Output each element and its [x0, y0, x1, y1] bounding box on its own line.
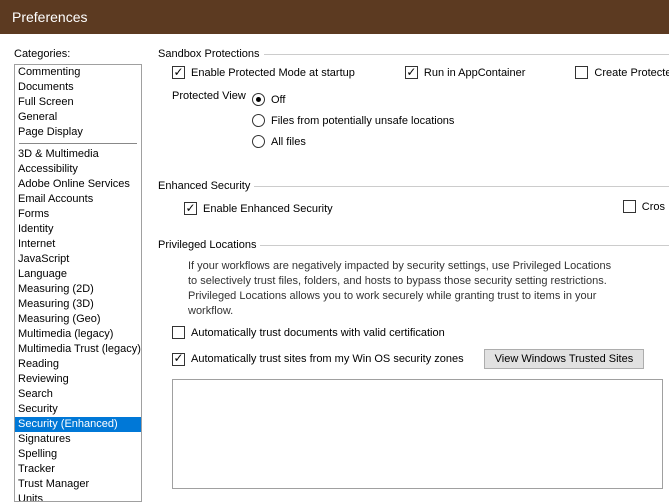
run-appcontainer-row[interactable]: Run in AppContainer	[405, 66, 526, 79]
titlebar: Preferences	[0, 0, 669, 34]
sidebar-item[interactable]: Multimedia Trust (legacy)	[15, 342, 141, 357]
categories-list[interactable]: CommentingDocumentsFull ScreenGeneralPag…	[14, 64, 142, 502]
pv-off-radio[interactable]: Off	[252, 93, 454, 106]
sidebar-item[interactable]: Commenting	[15, 65, 141, 80]
enable-enhanced-row[interactable]: Enable Enhanced Security	[184, 202, 333, 215]
enable-protected-mode-row[interactable]: Enable Protected Mode at startup	[172, 66, 355, 79]
sidebar-item[interactable]: Identity	[15, 222, 141, 237]
sidebar-item[interactable]: Trust Manager	[15, 477, 141, 492]
sidebar-item[interactable]: Security (Enhanced)	[15, 417, 141, 432]
sidebar-item[interactable]: Security	[15, 402, 141, 417]
main-panel: Sandbox Protections Enable Protected Mod…	[142, 48, 669, 500]
auto-trust-cert-row[interactable]: Automatically trust documents with valid…	[172, 326, 669, 339]
checkbox-icon[interactable]	[405, 66, 418, 79]
checkbox-icon[interactable]	[172, 353, 185, 366]
radio-icon[interactable]	[252, 114, 265, 127]
checkbox-icon[interactable]	[623, 200, 636, 213]
sidebar-item[interactable]: Full Screen	[15, 95, 141, 110]
privileged-fieldset: Privileged Locations If your workflows a…	[158, 239, 669, 499]
cross-row[interactable]: Cros	[623, 200, 665, 213]
radio-icon[interactable]	[252, 135, 265, 148]
sandbox-legend: Sandbox Protections	[158, 48, 264, 60]
sidebar-item[interactable]: Measuring (Geo)	[15, 312, 141, 327]
enable-enhanced-label: Enable Enhanced Security	[203, 203, 333, 215]
enable-protected-mode-label: Enable Protected Mode at startup	[191, 67, 355, 79]
sandbox-fieldset: Sandbox Protections Enable Protected Mod…	[158, 48, 669, 166]
pv-off-label: Off	[271, 94, 285, 106]
auto-trust-sites-row[interactable]: Automatically trust sites from my Win OS…	[172, 349, 669, 369]
checkbox-icon[interactable]	[184, 202, 197, 215]
sidebar-item[interactable]: Signatures	[15, 432, 141, 447]
view-trusted-sites-button[interactable]: View Windows Trusted Sites	[484, 349, 645, 369]
pv-all-label: All files	[271, 136, 306, 148]
pv-unsafe-label: Files from potentially unsafe locations	[271, 115, 454, 127]
sidebar-item[interactable]: Measuring (3D)	[15, 297, 141, 312]
sidebar-item[interactable]: Measuring (2D)	[15, 282, 141, 297]
categories-label: Categories:	[14, 48, 142, 60]
sidebar-item[interactable]: Internet	[15, 237, 141, 252]
privileged-legend: Privileged Locations	[158, 239, 260, 251]
radio-icon[interactable]	[252, 93, 265, 106]
sidebar-item[interactable]: Accessibility	[15, 162, 141, 177]
sidebar-item[interactable]: Tracker	[15, 462, 141, 477]
cross-label: Cros	[642, 201, 665, 213]
sidebar-item[interactable]: General	[15, 110, 141, 125]
create-log-row[interactable]: Create Protected Mode log fil	[575, 66, 669, 79]
checkbox-icon[interactable]	[172, 66, 185, 79]
protected-view-label: Protected View	[172, 89, 252, 102]
sidebar-item[interactable]: Multimedia (legacy)	[15, 327, 141, 342]
sidebar-item[interactable]: 3D & Multimedia	[15, 147, 141, 162]
pv-unsafe-radio[interactable]: Files from potentially unsafe locations	[252, 114, 454, 127]
pv-all-radio[interactable]: All files	[252, 135, 454, 148]
privileged-note: If your workflows are negatively impacte…	[188, 259, 618, 318]
auto-trust-sites-label: Automatically trust sites from my Win OS…	[191, 353, 464, 365]
checkbox-icon[interactable]	[172, 326, 185, 339]
sidebar-item[interactable]: Forms	[15, 207, 141, 222]
sidebar-item[interactable]: Reviewing	[15, 372, 141, 387]
sidebar-item[interactable]: Units	[15, 492, 141, 502]
create-log-label: Create Protected Mode log fil	[594, 67, 669, 79]
sidebar-item[interactable]: Reading	[15, 357, 141, 372]
content: Categories: CommentingDocumentsFull Scre…	[0, 34, 669, 500]
sidebar-item[interactable]: JavaScript	[15, 252, 141, 267]
sidebar-item[interactable]: Page Display	[15, 125, 141, 140]
sidebar-item[interactable]: Email Accounts	[15, 192, 141, 207]
divider	[19, 143, 137, 144]
auto-trust-cert-label: Automatically trust documents with valid…	[191, 327, 445, 339]
sidebar-item[interactable]: Language	[15, 267, 141, 282]
window-title: Preferences	[12, 9, 87, 25]
sidebar-item[interactable]: Spelling	[15, 447, 141, 462]
enhanced-legend: Enhanced Security	[158, 180, 254, 192]
checkbox-icon[interactable]	[575, 66, 588, 79]
sidebar: Categories: CommentingDocumentsFull Scre…	[14, 48, 142, 500]
sidebar-item[interactable]: Documents	[15, 80, 141, 95]
sidebar-item[interactable]: Search	[15, 387, 141, 402]
sidebar-item[interactable]: Adobe Online Services	[15, 177, 141, 192]
enhanced-fieldset: Enhanced Security Enable Enhanced Securi…	[158, 180, 669, 225]
run-appcontainer-label: Run in AppContainer	[424, 67, 526, 79]
privileged-list[interactable]	[172, 379, 663, 489]
